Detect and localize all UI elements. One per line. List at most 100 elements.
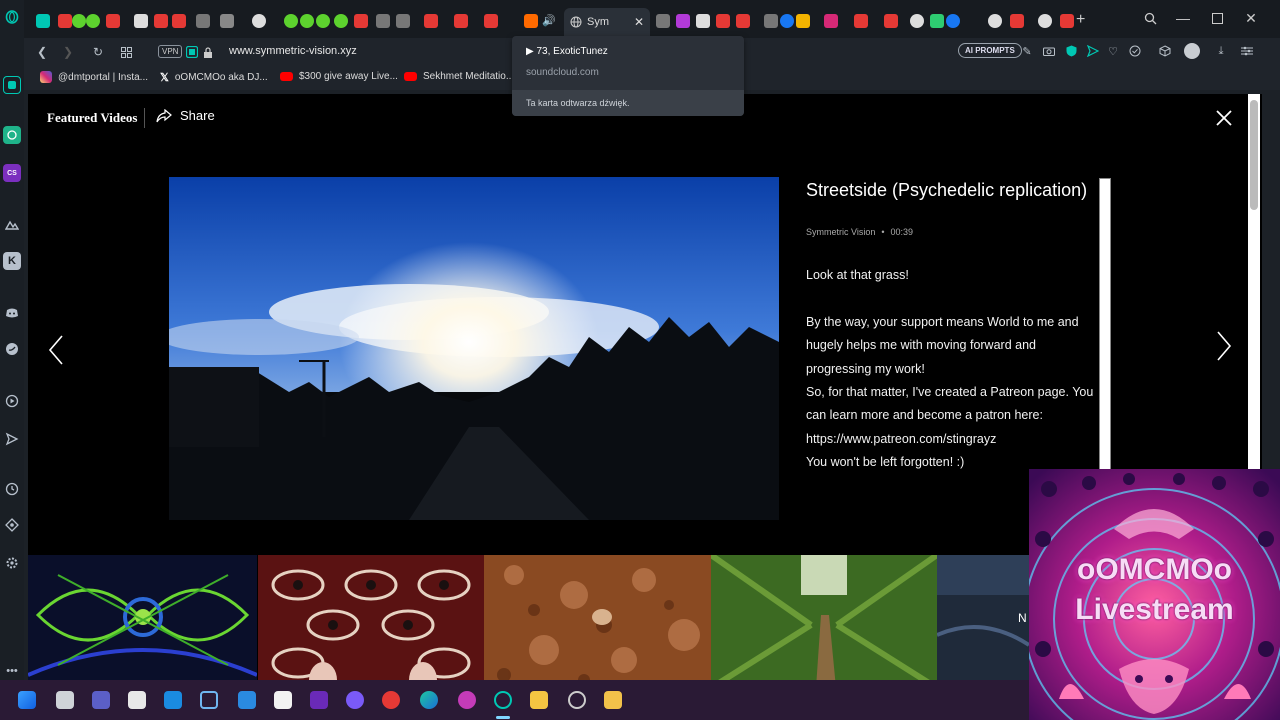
app-icon[interactable]: [568, 691, 586, 709]
tab-favicon[interactable]: [252, 14, 266, 28]
tab-favicon[interactable]: [284, 14, 298, 28]
tab-close-icon[interactable]: ✕: [634, 15, 644, 29]
app-icon[interactable]: [458, 691, 476, 709]
history-icon[interactable]: [3, 480, 21, 498]
maximize-icon[interactable]: [1206, 8, 1228, 28]
folder-icon[interactable]: [530, 691, 548, 709]
bookmark-item[interactable]: @dmtportal | Insta...: [40, 71, 148, 83]
tab-favicon[interactable]: [154, 14, 168, 28]
ai-prompts-button[interactable]: AI PROMPTS: [958, 43, 1022, 58]
tab-favicon[interactable]: [86, 14, 100, 28]
tab-favicon[interactable]: [1010, 14, 1024, 28]
soundcloud-tab-icon[interactable]: [524, 14, 538, 28]
video-thumbnail[interactable]: [28, 555, 257, 688]
bookmark-item[interactable]: Sekhmet Meditatio...: [404, 71, 514, 82]
windows-start-icon[interactable]: [18, 691, 36, 709]
vpn-badge[interactable]: VPN: [158, 45, 183, 58]
avatar[interactable]: [1184, 43, 1200, 59]
tab-favicon[interactable]: [58, 14, 72, 28]
tab-favicon[interactable]: [764, 14, 778, 28]
tab-favicon[interactable]: [220, 14, 234, 28]
forward-icon[interactable]: ❯: [60, 44, 76, 60]
mountain-icon[interactable]: [3, 216, 21, 234]
shield-icon[interactable]: [1064, 44, 1078, 58]
twitter-icon[interactable]: [3, 340, 21, 358]
send-icon[interactable]: [3, 430, 21, 448]
app-icon[interactable]: [164, 691, 182, 709]
file-explorer-icon[interactable]: [56, 691, 74, 709]
lock-icon[interactable]: [200, 44, 216, 60]
discord-icon[interactable]: [3, 304, 21, 322]
store-icon[interactable]: [128, 691, 146, 709]
tab-favicon[interactable]: [484, 14, 498, 28]
scrollbar-thumb[interactable]: [1250, 100, 1258, 210]
tab-favicon[interactable]: [72, 14, 86, 28]
opera-logo-icon[interactable]: [3, 8, 21, 26]
tab-favicon[interactable]: [716, 14, 730, 28]
video-player[interactable]: [169, 177, 779, 520]
minimize-icon[interactable]: —: [1172, 8, 1194, 28]
tab-active[interactable]: Sym ✕: [564, 8, 650, 36]
heart-icon[interactable]: ♡: [1106, 44, 1120, 58]
tab-favicon[interactable]: [334, 14, 348, 28]
tab-favicon[interactable]: [696, 14, 710, 28]
channel-name[interactable]: Symmetric Vision: [806, 227, 875, 237]
settings-gear-icon[interactable]: [3, 554, 21, 572]
tab-favicon[interactable]: [424, 14, 438, 28]
tab-favicon[interactable]: [454, 14, 468, 28]
tab-favicon[interactable]: [196, 14, 210, 28]
instagram-tab-icon[interactable]: [824, 14, 838, 28]
bookmark-item[interactable]: 𝕏 oOMCMOo aka DJ...: [160, 71, 268, 84]
app-icon[interactable]: [382, 691, 400, 709]
tab-favicon[interactable]: [172, 14, 186, 28]
back-icon[interactable]: ❮: [34, 44, 50, 60]
tab-favicon[interactable]: [36, 14, 50, 28]
reload-icon[interactable]: ↻: [90, 44, 106, 60]
audio-app-icon[interactable]: [310, 691, 328, 709]
description-scrollbar[interactable]: [1099, 178, 1111, 470]
search-tabs-icon[interactable]: [1139, 8, 1161, 28]
next-arrow-icon[interactable]: [1214, 330, 1234, 362]
chatgpt-icon[interactable]: [3, 126, 21, 144]
flow-send-icon[interactable]: [1086, 44, 1100, 58]
tab-favicon[interactable]: [106, 14, 120, 28]
google-tab-icon[interactable]: [988, 14, 1002, 28]
tab-favicon[interactable]: [316, 14, 330, 28]
more-options-icon[interactable]: •••: [3, 662, 21, 680]
speaker-icon[interactable]: 🔊: [542, 14, 556, 28]
amazon-icon[interactable]: [274, 691, 292, 709]
facebook-tab-icon[interactable]: [780, 14, 794, 28]
player-icon[interactable]: [3, 392, 21, 410]
tab-favicon[interactable]: [656, 14, 670, 28]
tab-favicon[interactable]: [676, 14, 690, 28]
tab-favicon[interactable]: [854, 14, 868, 28]
edit-icon[interactable]: ✎: [1020, 44, 1034, 58]
tab-favicon[interactable]: [396, 14, 410, 28]
tab-favicon[interactable]: [134, 14, 148, 28]
check-circle-icon[interactable]: [1128, 44, 1142, 58]
tab-favicon[interactable]: [930, 14, 944, 28]
aria-icon[interactable]: [3, 76, 21, 94]
page-scrollbar[interactable]: [1248, 94, 1260, 470]
edge-icon[interactable]: [420, 691, 438, 709]
tab-favicon[interactable]: [1060, 14, 1074, 28]
video-thumbnail[interactable]: [484, 555, 711, 688]
patreon-link[interactable]: https://www.patreon.com/stingrayz: [806, 428, 1096, 451]
share-button[interactable]: Share: [156, 108, 215, 123]
aria-address-icon[interactable]: [184, 44, 200, 60]
close-icon[interactable]: [1214, 108, 1234, 128]
tab-favicon[interactable]: [796, 14, 810, 28]
video-thumbnail[interactable]: [937, 555, 1029, 688]
tab-favicon[interactable]: [376, 14, 390, 28]
previous-arrow-icon[interactable]: [46, 334, 66, 366]
easy-setup-icon[interactable]: [1240, 44, 1254, 58]
google-tab-icon[interactable]: [910, 14, 924, 28]
bookmark-item[interactable]: $300 give away Live...: [280, 71, 398, 82]
tab-favicon[interactable]: [884, 14, 898, 28]
tabs-grid-icon[interactable]: [118, 44, 134, 60]
cube-icon[interactable]: [1158, 44, 1172, 58]
app-icon[interactable]: [200, 691, 218, 709]
teams-icon[interactable]: [92, 691, 110, 709]
new-tab-button[interactable]: +: [1076, 11, 1085, 29]
video-thumbnail[interactable]: [258, 555, 484, 688]
